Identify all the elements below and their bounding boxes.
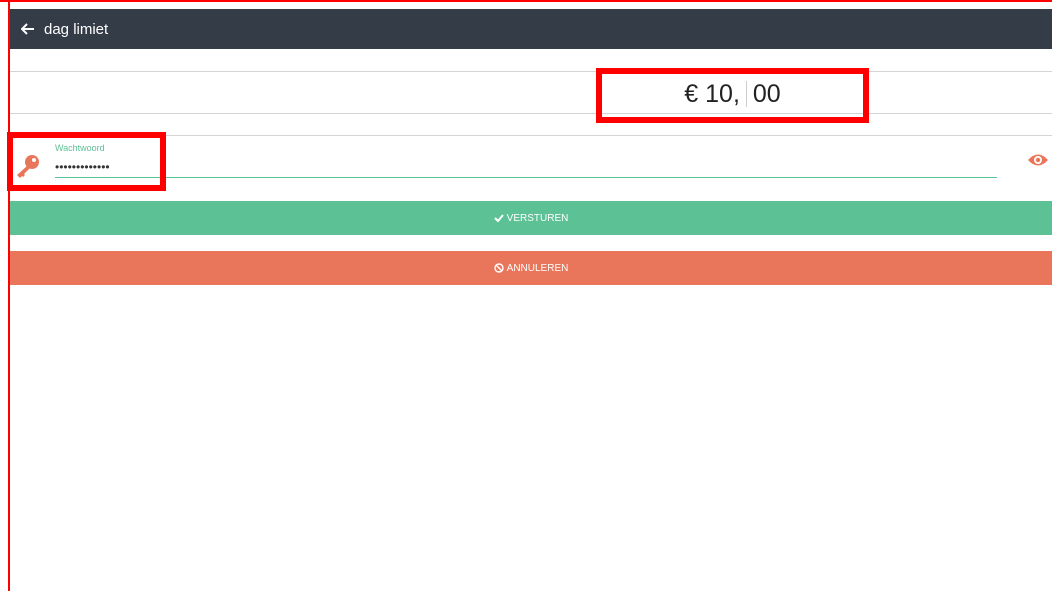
ban-icon — [493, 263, 504, 273]
send-button-label: VERSTUREN — [506, 212, 569, 224]
divider — [10, 135, 1052, 136]
top-app-bar: dag limiet — [10, 9, 1052, 49]
divider — [10, 71, 1052, 72]
highlight-frame-left — [8, 0, 10, 591]
divider — [10, 113, 1052, 114]
eye-icon[interactable] — [1027, 152, 1049, 168]
highlight-frame-top — [0, 0, 1052, 2]
password-input[interactable] — [55, 157, 997, 178]
cancel-button-label: ANNULEREN — [506, 262, 569, 274]
highlight-box-password — [7, 132, 166, 191]
highlight-box-amount — [596, 68, 869, 123]
send-button[interactable]: VERSTUREN — [10, 201, 1052, 235]
cancel-button[interactable]: ANNULEREN — [10, 251, 1052, 285]
checkmark-icon — [493, 214, 504, 222]
page-title: dag limiet — [44, 20, 109, 38]
arrow-left-icon[interactable] — [16, 17, 40, 41]
